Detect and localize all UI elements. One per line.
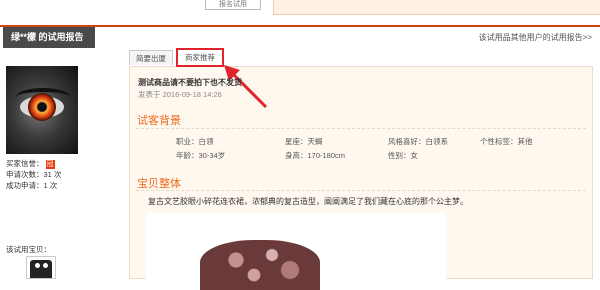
stat-success: 成功申请：1 次 [6, 180, 57, 191]
section-heading-product: 宝贝整体 [137, 178, 181, 190]
info-age: 年龄：30-34岁 [176, 151, 226, 160]
heart-level-icon: 冠 [45, 159, 55, 169]
info-zodiac: 星座：天蝎 [285, 137, 323, 146]
stat-label: 买家信誉： [6, 159, 44, 168]
stat-value: 31 次 [43, 170, 62, 179]
report-date: 发表于 2016-09-18 14:26 [138, 90, 222, 99]
info-occupation: 职业：白领 [176, 137, 214, 146]
top-banner [273, 0, 600, 15]
trial-item-label: 该试用宝贝： [6, 245, 51, 254]
tab-merchant-recommend[interactable]: 商家推荐 [176, 48, 224, 67]
info-gender: 性别：女 [388, 151, 418, 160]
stat-label: 成功申请： [6, 181, 44, 190]
other-reports-link[interactable]: 该试用品其他用户的试用报告>> [479, 32, 592, 43]
eye-lash [16, 88, 70, 106]
stat-label: 申请次数： [6, 170, 44, 179]
info-height: 身高：170-180cm [285, 151, 346, 160]
stat-value: 1 次 [43, 181, 58, 190]
stat-reputation: 买家信誉：冠 [6, 158, 55, 169]
section-heading-background: 试客背景 [137, 115, 181, 127]
apply-trial-button[interactable]: 报名试用 [205, 0, 261, 10]
divider [136, 128, 586, 129]
tmall-logo-icon[interactable] [26, 256, 56, 279]
tab-summary[interactable]: 简要出厦 [129, 50, 173, 65]
stat-applications: 申请次数：31 次 [6, 169, 61, 180]
report-title: 测试商品请不要拍下也不发货 [138, 78, 242, 87]
product-description: 复古文艺胶眼小碎花连衣裙，浓郁典的复古造型，阐阐满足了我们藏在心底的那个公主梦。 [148, 197, 468, 206]
info-tag: 个性标签：其他 [480, 137, 533, 146]
avatar[interactable] [6, 66, 78, 154]
divider [136, 190, 586, 191]
report-title-tab: 绿**檬 的试用报告 [3, 27, 95, 48]
info-style: 风格喜好：白领系 [388, 137, 448, 146]
dress-image [200, 240, 320, 290]
